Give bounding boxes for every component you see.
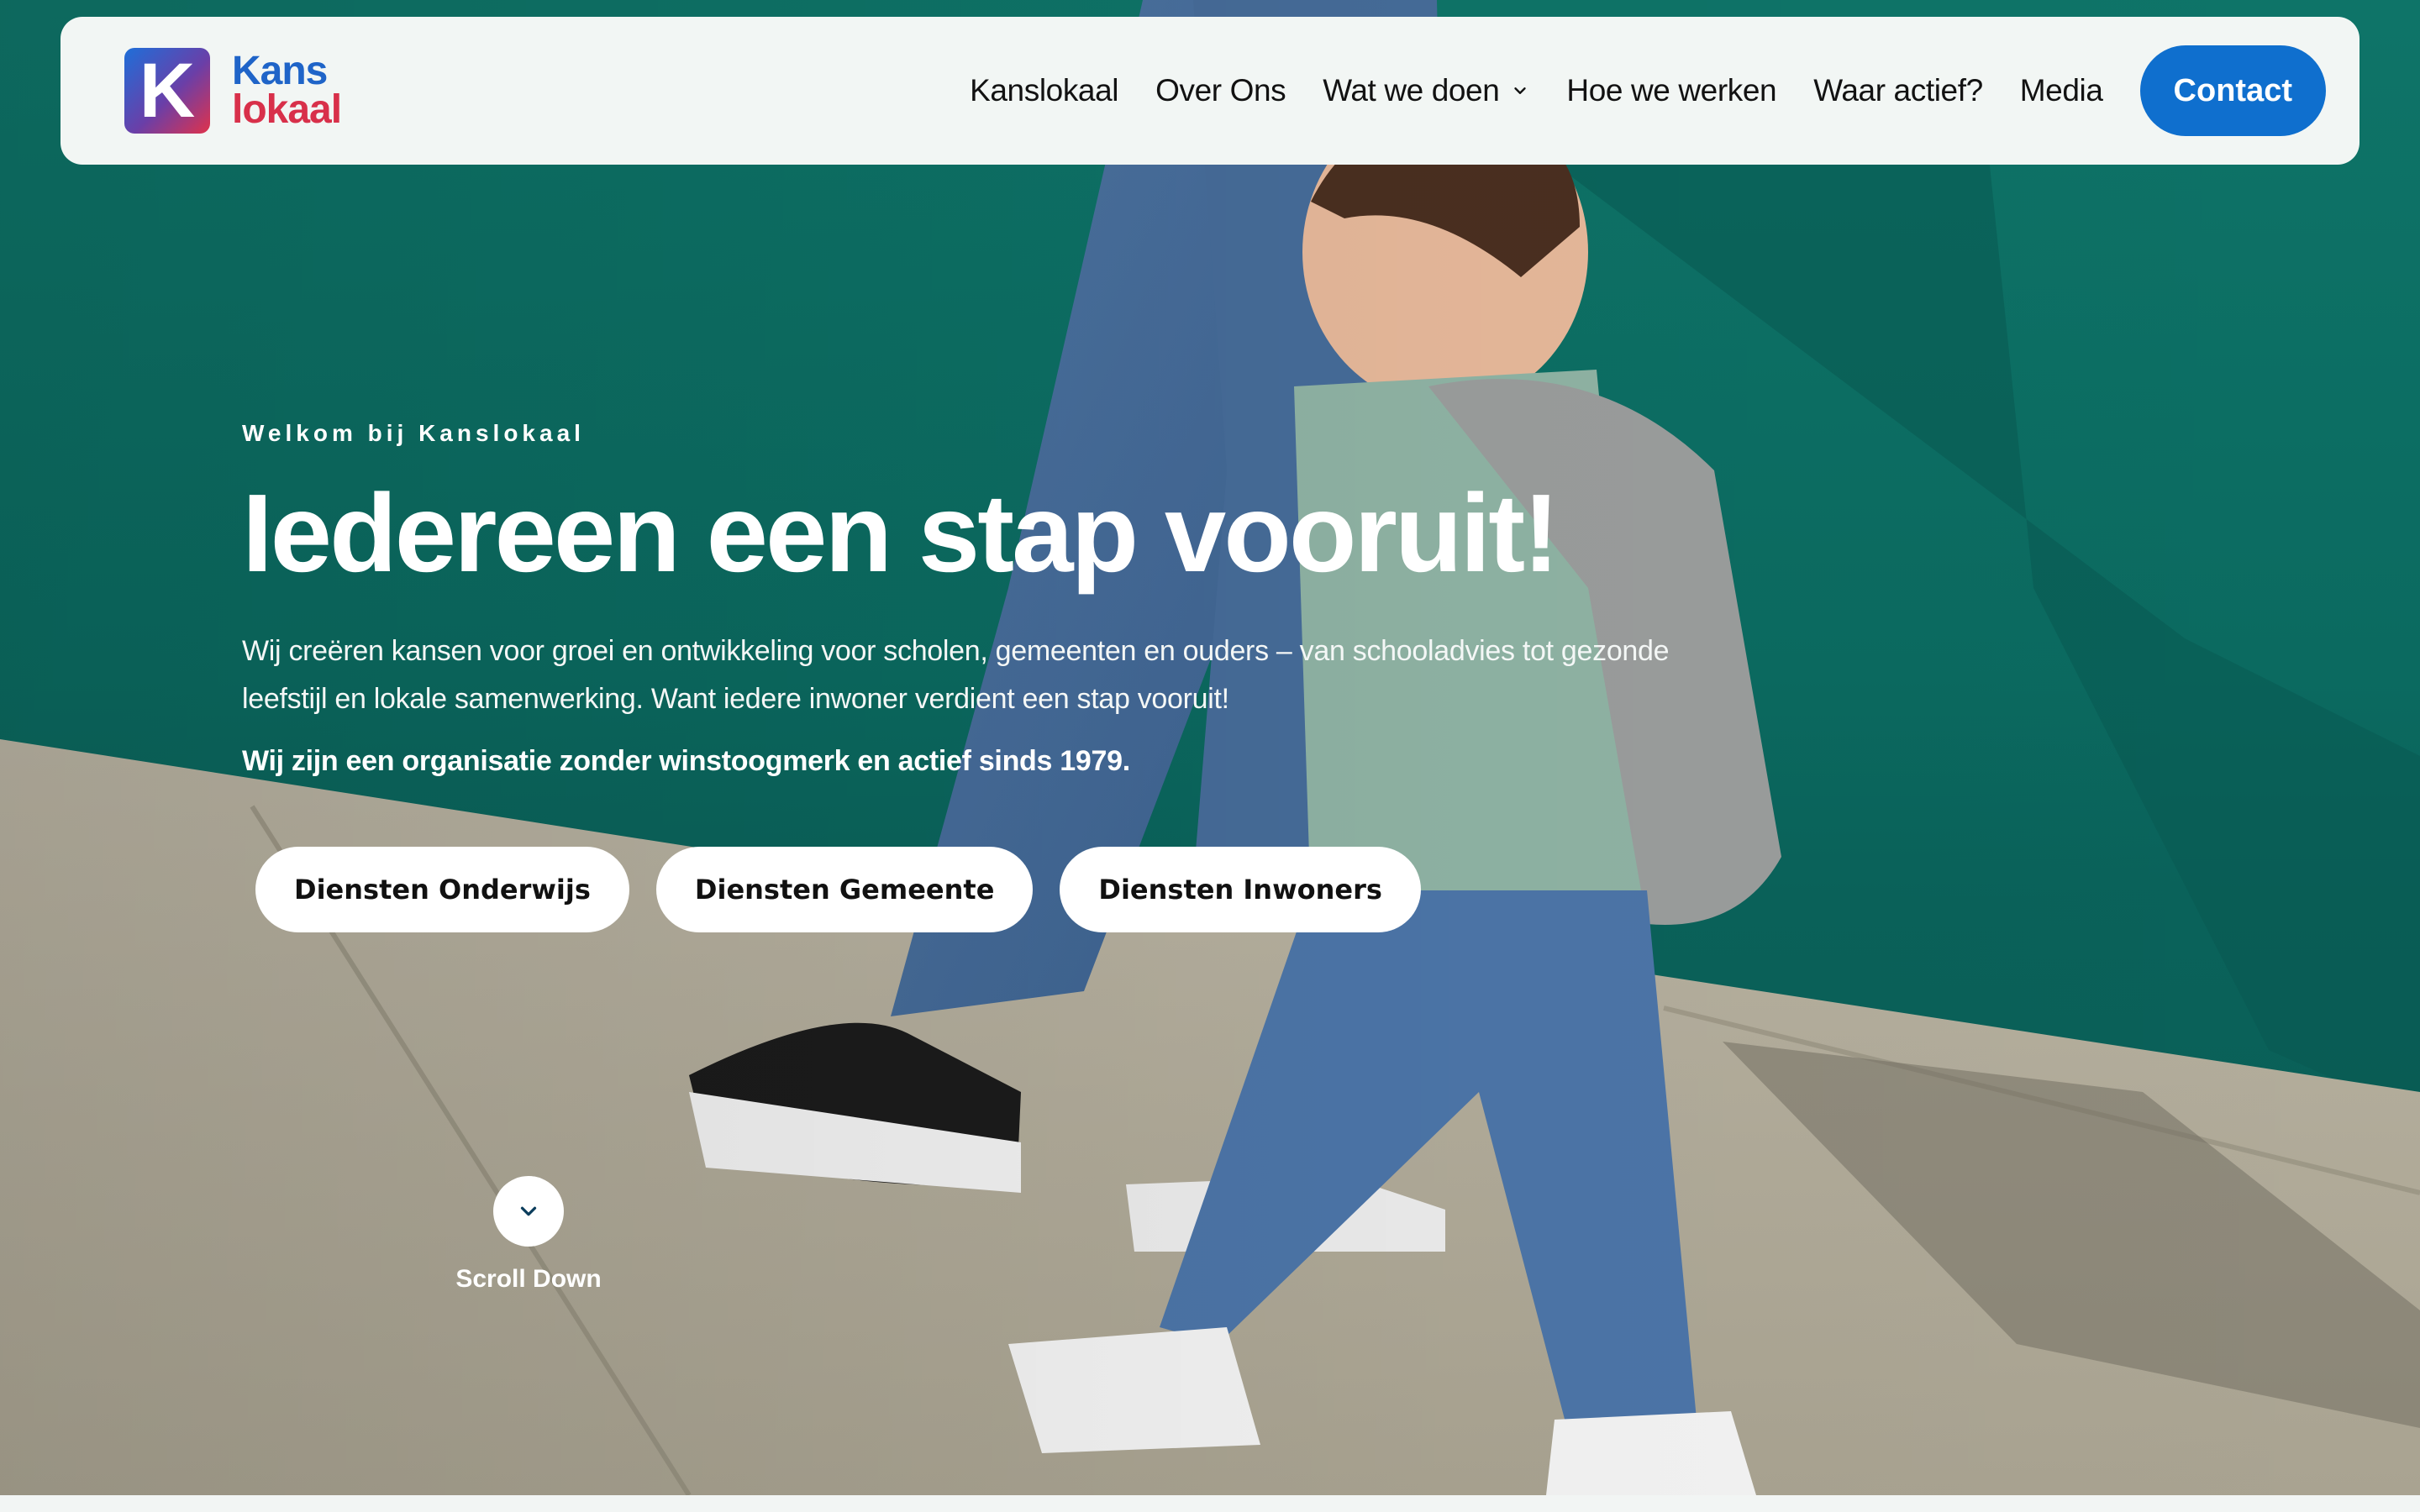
hero-content: Welkom bij Kanslokaal Iedereen een stap … xyxy=(242,420,1839,932)
nav-item-label: Wat we doen xyxy=(1323,73,1500,108)
scroll-down-button[interactable] xyxy=(493,1176,564,1247)
nav-item-over-ons[interactable]: Over Ons xyxy=(1155,73,1286,108)
page-bottom-edge xyxy=(0,1495,2420,1512)
nav-item-wat-we-doen[interactable]: Wat we doen xyxy=(1323,73,1529,108)
chevron-down-icon xyxy=(1514,87,1527,94)
hero-buttons: Diensten Onderwijs Diensten Gemeente Die… xyxy=(255,846,1839,932)
diensten-onderwijs-button[interactable]: Diensten Onderwijs xyxy=(255,846,629,932)
hero-eyebrow: Welkom bij Kanslokaal xyxy=(242,420,585,446)
scroll-down-label: Scroll Down xyxy=(455,1265,602,1293)
site-logo[interactable]: K Kans lokaal xyxy=(124,48,342,134)
nav-item-label: Waar actief? xyxy=(1813,73,1983,108)
hero-title: Iedereen een stap vooruit! xyxy=(242,471,1560,595)
site-header: K Kans lokaal Kanslokaal Over Ons Wat we… xyxy=(60,17,2360,165)
nav-item-label: Media xyxy=(2019,73,2103,108)
nav-item-waar-actief[interactable]: Waar actief? xyxy=(1813,73,1983,108)
nav-item-label: Over Ons xyxy=(1155,73,1286,108)
scroll-down-link[interactable]: Scroll Down xyxy=(455,1176,602,1294)
diensten-gemeente-button[interactable]: Diensten Gemeente xyxy=(655,846,1034,932)
hero-intro: Wij creëren kansen voor groei en ontwikk… xyxy=(242,634,1670,715)
diensten-inwoners-button[interactable]: Diensten Inwoners xyxy=(1060,846,1421,932)
nav-item-hoe-we-werken[interactable]: Hoe we werken xyxy=(1566,73,1776,108)
logo-line-1: Kans xyxy=(232,49,328,94)
hero-tagline: Wij zijn een organisatie zonder winstoog… xyxy=(242,744,1130,777)
logo-mark: K xyxy=(124,48,210,134)
contact-button[interactable]: Contact xyxy=(2139,45,2326,136)
nav-item-label: Kanslokaal xyxy=(970,73,1119,108)
chevron-down-icon xyxy=(520,1206,537,1216)
nav-item-label: Hoe we werken xyxy=(1566,73,1777,108)
logo-line-2: lokaal xyxy=(232,87,342,132)
nav-item-kanslokaal[interactable]: Kanslokaal xyxy=(970,73,1118,108)
main-navigation: Kanslokaal Over Ons Wat we doen Hoe we w… xyxy=(970,73,2103,108)
nav-item-media[interactable]: Media xyxy=(2020,73,2103,108)
logo-wordmark: Kans lokaal xyxy=(232,49,342,132)
